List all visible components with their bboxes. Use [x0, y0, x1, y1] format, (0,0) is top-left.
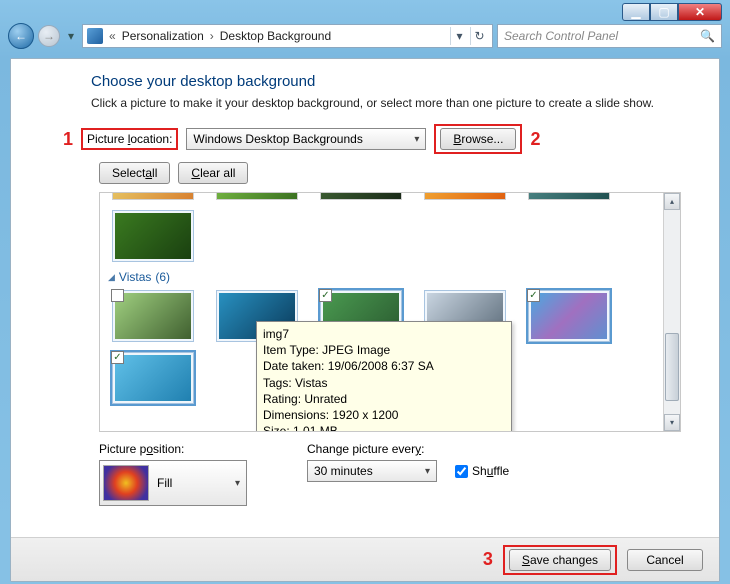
shuffle-label: Shuffle [472, 464, 509, 478]
shuffle-checkbox[interactable] [455, 465, 468, 478]
breadcrumb-personalization[interactable]: Personalization [122, 29, 204, 43]
category-name: Vistas [119, 270, 151, 284]
tooltip-line-2: Item Type: JPEG Image [263, 342, 505, 358]
wallpaper-gallery: ◢ Vistas (6) ✓ [99, 192, 681, 432]
clear-all-button[interactable]: Clear all [178, 162, 248, 184]
address-dropdown[interactable]: ▾ [450, 27, 468, 45]
content-panel: Choose your desktop background Click a p… [10, 58, 720, 582]
close-icon: ✕ [695, 5, 705, 19]
tooltip: img7 Item Type: JPEG Image Date taken: 1… [256, 321, 512, 432]
refresh-button[interactable]: ↻ [470, 27, 488, 45]
picture-location-combo[interactable]: Windows Desktop Backgrounds [186, 128, 426, 150]
thumb-vistas-5[interactable]: ✓ [528, 290, 610, 342]
window-control-group: ▁ ▢ ✕ [622, 3, 722, 21]
search-input[interactable]: Search Control Panel 🔍 [497, 24, 722, 48]
select-all-button[interactable]: Select all [99, 162, 170, 184]
annotation-1: 1 [63, 129, 73, 150]
picture-position-combo[interactable]: Fill [99, 460, 247, 506]
highlight-picture-location: Picture location: [81, 128, 178, 150]
back-arrow-icon: ← [15, 29, 27, 43]
category-count: (6) [155, 270, 170, 284]
window-frame: ▁ ▢ ✕ ← → ▾ « Personalization › Desktop … [0, 0, 730, 584]
position-preview-icon [103, 465, 149, 501]
thumb-peek-5[interactable] [528, 192, 610, 200]
thumb-peek-3[interactable] [320, 192, 402, 200]
content-area: Choose your desktop background Click a p… [11, 59, 719, 581]
maximize-button[interactable]: ▢ [650, 3, 678, 21]
minimize-icon: ▁ [631, 5, 640, 19]
forward-arrow-icon: → [43, 29, 55, 43]
thumb-vistas-1-img [115, 293, 191, 339]
change-interval-group: Change picture every: 30 minutes Shuffle [307, 442, 509, 506]
history-dropdown[interactable]: ▾ [64, 29, 78, 43]
highlight-browse: Browse... [434, 124, 522, 154]
category-vistas[interactable]: ◢ Vistas (6) [108, 270, 672, 284]
browse-button[interactable]: Browse... [440, 128, 516, 150]
footer: 3 Save changes Cancel [11, 537, 719, 581]
tooltip-line-1: img7 [263, 326, 505, 342]
picture-position-label: Picture position: [99, 442, 247, 456]
breadcrumb-sep-root: « [109, 29, 116, 43]
forward-button[interactable]: → [38, 25, 60, 47]
page-title: Choose your desktop background [91, 73, 701, 90]
breadcrumb-sep: › [210, 29, 214, 43]
close-button[interactable]: ✕ [678, 3, 722, 21]
tooltip-line-4: Tags: Vistas [263, 375, 505, 391]
gallery-scrollbar[interactable]: ▴ ▾ [663, 193, 680, 431]
back-button[interactable]: ← [8, 23, 34, 49]
change-interval-combo[interactable]: 30 minutes [307, 460, 437, 482]
change-interval-label: Change picture every: [307, 442, 509, 456]
thumb-vistas-6[interactable]: ✓ [112, 352, 194, 404]
save-changes-button[interactable]: Save changes [509, 549, 611, 571]
thumb-peek-2[interactable] [216, 192, 298, 200]
expand-icon: ◢ [108, 272, 115, 283]
breadcrumb-desktop-background[interactable]: Desktop Background [220, 29, 331, 43]
thumb-peek-1[interactable] [112, 192, 194, 200]
tooltip-line-5: Rating: Unrated [263, 391, 505, 407]
minimize-button[interactable]: ▁ [622, 3, 650, 21]
thumb-peek-4[interactable] [424, 192, 506, 200]
cancel-button[interactable]: Cancel [627, 549, 703, 571]
search-icon: 🔍 [700, 29, 715, 43]
thumb-checkbox-5[interactable]: ✓ [527, 289, 540, 302]
location-icon [87, 28, 103, 44]
thumb-checkbox-6[interactable]: ✓ [111, 351, 124, 364]
picture-location-label: Picture location: [87, 132, 172, 146]
annotation-2: 2 [530, 129, 540, 150]
tooltip-line-7: Size: 1,01 MB [263, 423, 505, 432]
scroll-down-button[interactable]: ▾ [664, 414, 680, 431]
scroll-thumb[interactable] [665, 333, 679, 401]
tooltip-line-3: Date taken: 19/06/2008 6:37 SA [263, 358, 505, 374]
picture-position-value: Fill [157, 476, 172, 490]
thumb-vistas-1[interactable] [112, 290, 194, 342]
maximize-icon: ▢ [658, 5, 669, 19]
picture-location-value: Windows Desktop Backgrounds [193, 132, 362, 146]
annotation-3: 3 [483, 549, 493, 570]
address-bar[interactable]: « Personalization › Desktop Background ▾… [82, 24, 493, 48]
highlight-save: Save changes [503, 545, 617, 575]
change-interval-value: 30 minutes [314, 464, 373, 478]
thumb-vistas-5-img [531, 293, 607, 339]
thumb-checkbox-1[interactable] [111, 289, 124, 302]
thumb-fern[interactable] [112, 210, 194, 262]
page-subtitle: Click a picture to make it your desktop … [91, 96, 701, 110]
thumb-fern-img [115, 213, 191, 259]
navbar: ← → ▾ « Personalization › Desktop Backgr… [0, 20, 730, 52]
tooltip-line-6: Dimensions: 1920 x 1200 [263, 407, 505, 423]
titlebar: ▁ ▢ ✕ [0, 0, 730, 20]
picture-position-group: Picture position: Fill [99, 442, 247, 506]
search-placeholder: Search Control Panel [504, 29, 618, 43]
scroll-up-button[interactable]: ▴ [664, 193, 680, 210]
thumb-vistas-6-img [115, 355, 191, 401]
shuffle-option[interactable]: Shuffle [455, 464, 509, 478]
thumb-checkbox-3[interactable]: ✓ [319, 289, 332, 302]
